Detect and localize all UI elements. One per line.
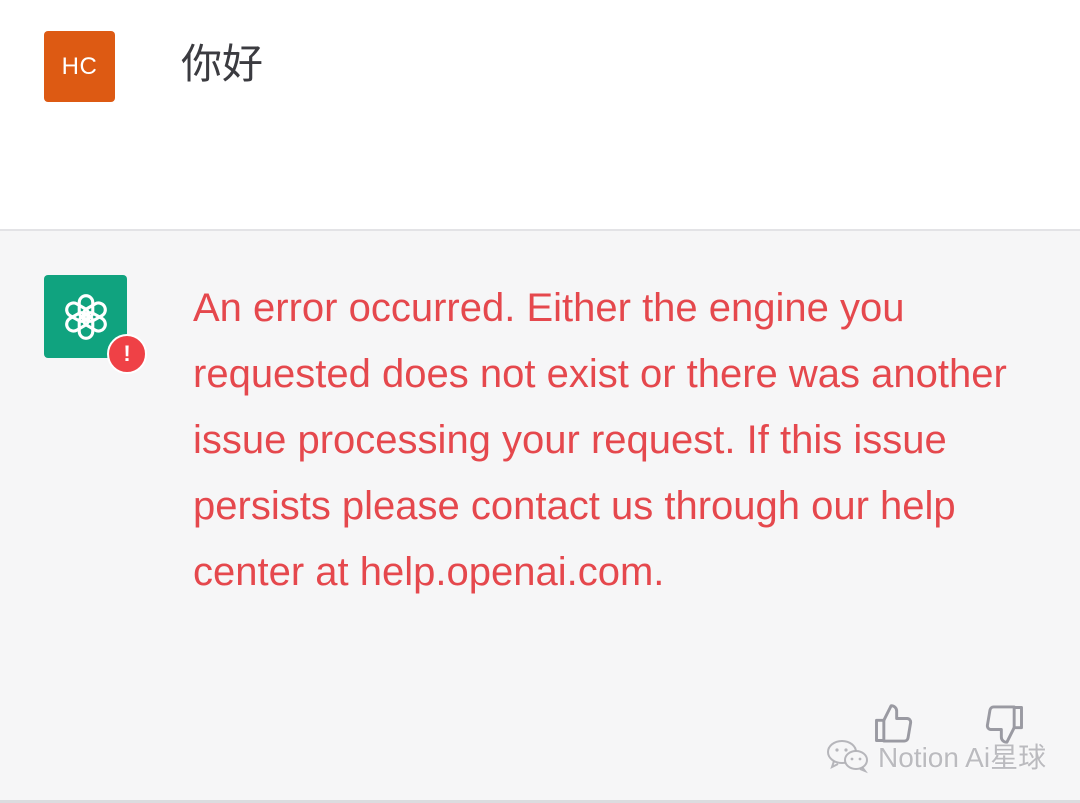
user-avatar: HC xyxy=(44,31,115,102)
error-message: An error occurred. Either the engine you… xyxy=(193,286,1007,594)
error-badge: ! xyxy=(107,334,147,374)
watermark: Notion Ai星球 xyxy=(826,736,1046,776)
assistant-message-row: ! An error occurred. Either the engine y… xyxy=(0,231,1080,800)
openai-logo-icon xyxy=(64,293,107,340)
user-message-text: 你好 xyxy=(181,40,263,88)
wechat-icon xyxy=(827,740,868,774)
user-message-row: HC 你好 xyxy=(0,0,1080,231)
watermark-text: Notion Ai星球 xyxy=(878,742,1047,773)
